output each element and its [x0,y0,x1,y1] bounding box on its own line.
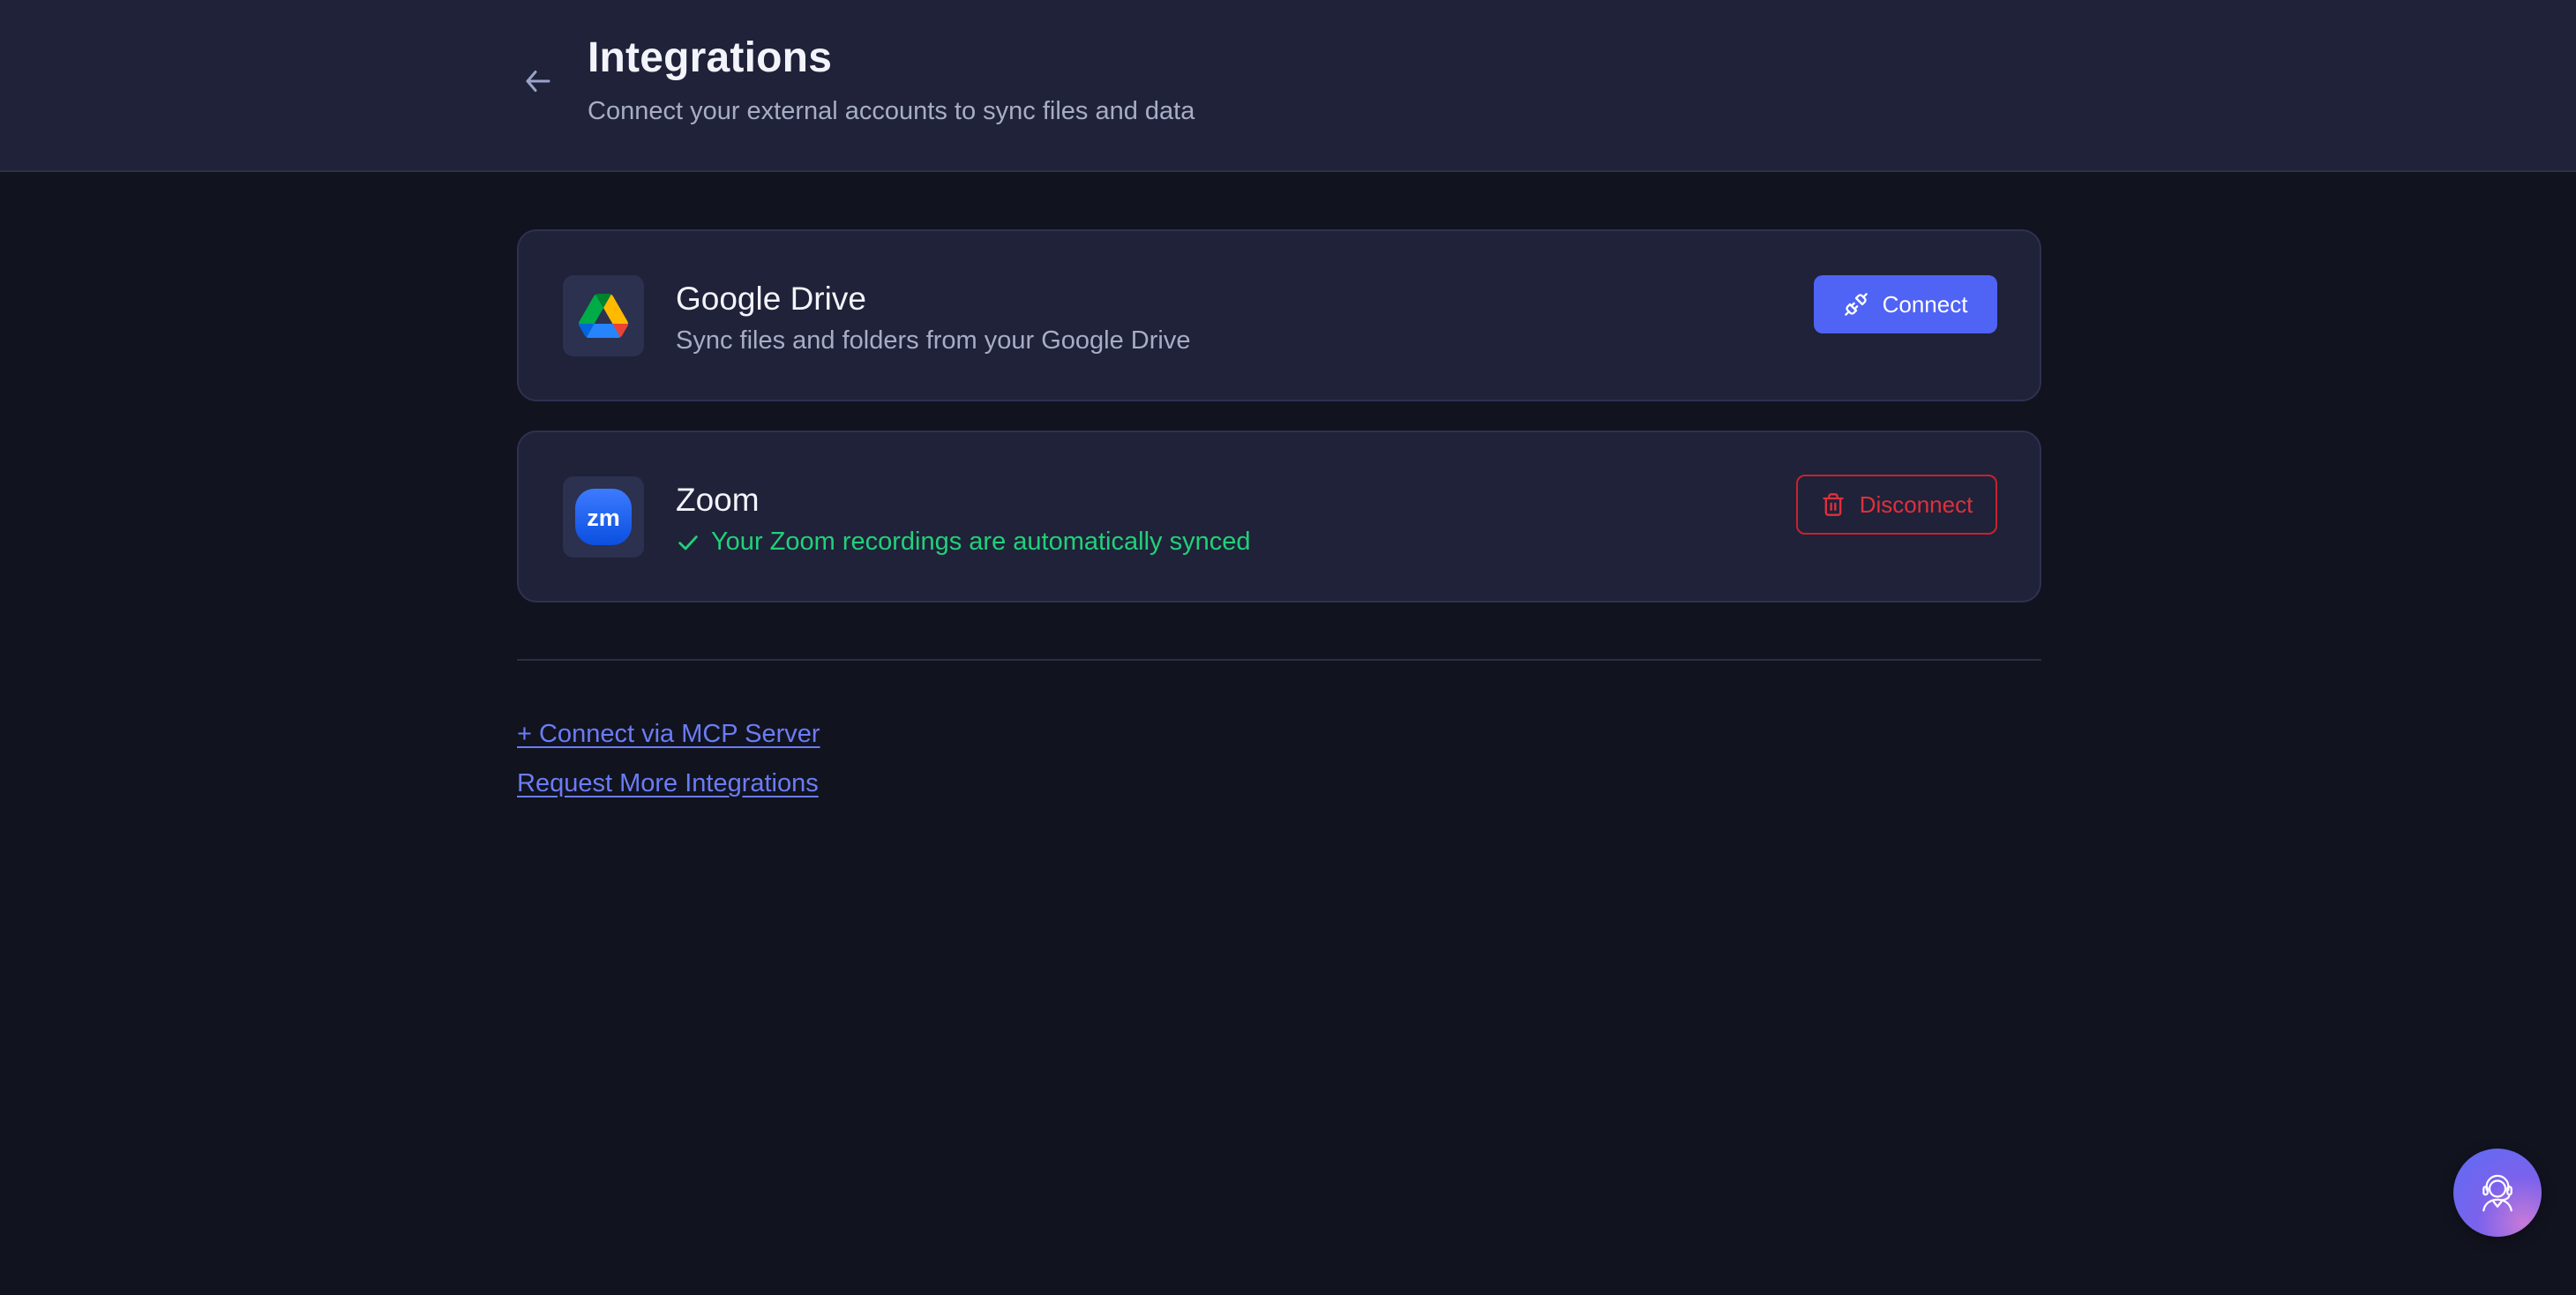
zoom-icon: zm [575,489,632,545]
support-chat-button[interactable] [2453,1149,2542,1237]
plug-icon [1844,293,1868,316]
integration-card-zoom: zm Zoom Your Zoom recordings are automat… [517,430,2041,603]
integration-name: Google Drive [676,281,866,317]
page-header: Integrations Connect your external accou… [0,0,2576,172]
connect-button[interactable]: Connect [1814,275,1997,333]
trash-icon [1823,493,1844,516]
google-drive-logo [563,275,644,356]
integration-description: Sync files and folders from your Google … [676,326,1191,355]
check-icon [678,535,698,550]
integration-name: Zoom [676,482,760,518]
disconnect-button-label: Disconnect [1859,490,1973,518]
arrow-left-icon [526,71,550,92]
integration-status-text: Your Zoom recordings are automatically s… [711,528,1251,556]
request-integrations-link[interactable]: Request More Integrations [517,769,819,798]
disconnect-button[interactable]: Disconnect [1796,475,1997,535]
zoom-logo-text: zm [587,505,620,531]
connect-mcp-server-link[interactable]: + Connect via MCP Server [517,720,820,749]
section-divider [517,659,2041,661]
zoom-logo: zm [563,476,644,558]
integration-status: Your Zoom recordings are automatically s… [676,528,1250,557]
connect-button-label: Connect [1882,290,1968,318]
integration-card-google-drive: Google Drive Sync files and folders from… [517,229,2041,401]
page-title: Integrations [588,34,833,81]
back-button[interactable] [519,62,558,101]
page-subtitle: Connect your external accounts to sync f… [588,97,1195,125]
support-agent-icon [2482,1174,2512,1212]
google-drive-icon [579,294,628,338]
